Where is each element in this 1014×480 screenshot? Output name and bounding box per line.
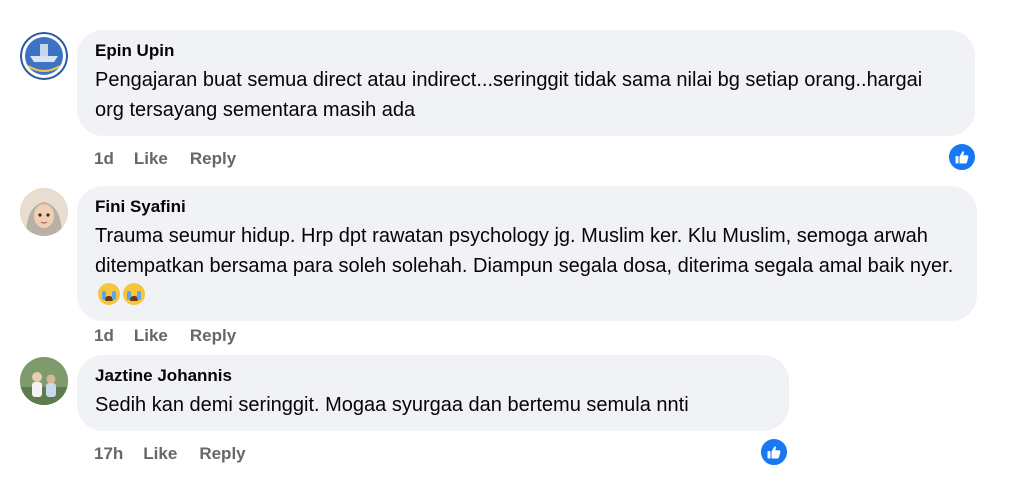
crying-face-emoji [98, 283, 120, 305]
thumbs-up-icon[interactable] [759, 437, 789, 467]
avatar[interactable] [20, 357, 68, 405]
comment-text-body: Trauma seumur hidup. Hrp dpt rawatan psy… [95, 225, 954, 277]
thumbs-up-icon[interactable] [947, 142, 977, 172]
like-button[interactable]: Like [134, 326, 168, 346]
reply-button[interactable]: Reply [190, 149, 236, 169]
comment-timestamp[interactable]: 17h [94, 444, 123, 464]
comment-text: Pengajaran buat semua direct atau indire… [95, 69, 923, 121]
comment-bubble: Fini Syafini Trauma seumur hidup. Hrp dp… [77, 186, 977, 321]
crying-face-emoji [123, 283, 145, 305]
comment-text: Trauma seumur hidup. Hrp dpt rawatan psy… [95, 221, 957, 311]
comment-timestamp[interactable]: 1d [94, 149, 114, 169]
comment-actions: 1d Like Reply [94, 326, 258, 346]
comment-author[interactable]: Jaztine Johannis [95, 365, 769, 387]
comment-actions: 17h Like Reply [94, 444, 268, 464]
comment-author[interactable]: Epin Upin [95, 40, 955, 62]
comment-timestamp[interactable]: 1d [94, 326, 114, 346]
comment-text: Sedih kan demi seringgit. Mogaa syurgaa … [95, 394, 689, 416]
comment-bubble: Jaztine Johannis Sedih kan demi seringgi… [77, 355, 789, 431]
like-button[interactable]: Like [134, 149, 168, 169]
comment-author[interactable]: Fini Syafini [95, 196, 957, 218]
reply-button[interactable]: Reply [190, 326, 236, 346]
comment-bubble: Epin Upin Pengajaran buat semua direct a… [77, 30, 975, 136]
avatar[interactable] [20, 188, 68, 236]
like-button[interactable]: Like [143, 444, 177, 464]
avatar[interactable] [20, 32, 68, 80]
reply-button[interactable]: Reply [199, 444, 245, 464]
comment-actions: 1d Like Reply [94, 149, 258, 169]
